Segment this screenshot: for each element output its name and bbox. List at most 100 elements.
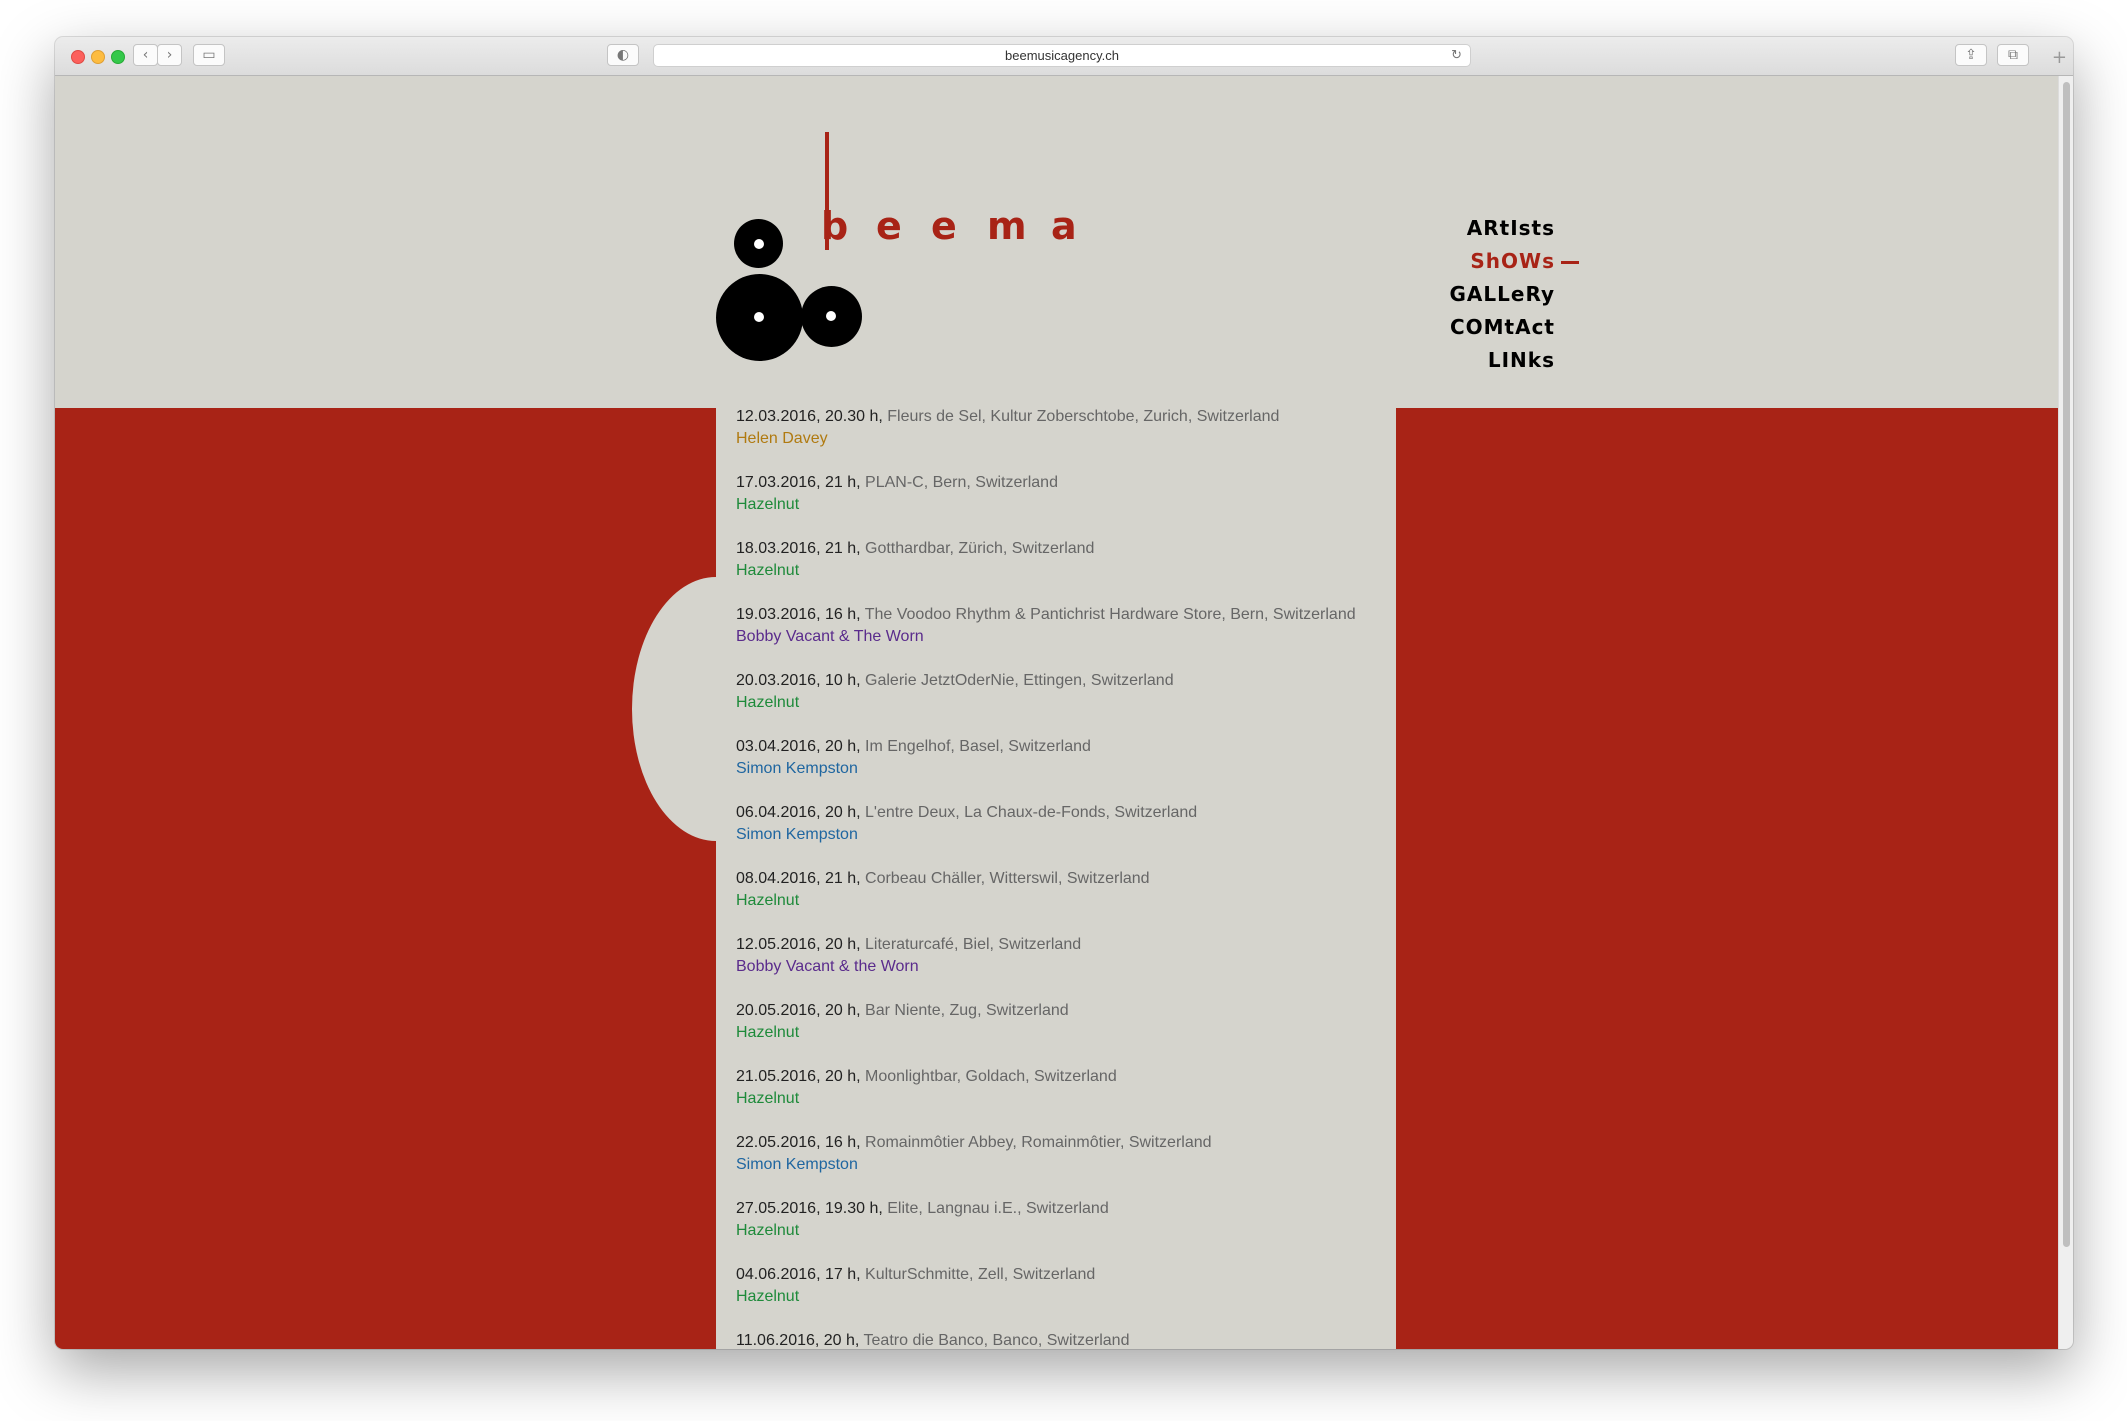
show-date: 08.04.2016, 21 h, — [736, 870, 861, 887]
show-details: 04.06.2016, 17 h, KulturSchmitte, Zell, … — [736, 1264, 1396, 1286]
show-date: 20.05.2016, 20 h, — [736, 1002, 861, 1019]
nav-artists[interactable]: ARtIsts — [1467, 216, 1555, 240]
reload-icon[interactable]: ↻ — [1451, 45, 1462, 66]
show-artist-link[interactable]: Bobby Vacant & The Worn — [736, 626, 1396, 648]
show-item: 06.04.2016, 20 h, L'entre Deux, La Chaux… — [736, 802, 1396, 868]
show-date: 21.05.2016, 20 h, — [736, 1068, 861, 1085]
show-artist-link[interactable]: Helen Davey — [736, 428, 1396, 450]
show-item: 21.05.2016, 20 h, Moonlightbar, Goldach,… — [736, 1066, 1396, 1132]
nav-gallery[interactable]: GALLeRy — [1450, 282, 1556, 306]
logo-letter-e2: e — [931, 204, 957, 248]
browser-window: ‹ › ▭ ◐ beemusicagency.ch ↻ ⇪ ⧉ + b e e … — [55, 37, 2073, 1349]
show-venue: Teatro die Banco, Banco, Switzerland — [863, 1332, 1130, 1349]
show-date: 12.03.2016, 20.30 h, — [736, 408, 883, 425]
logo-letter-a: a — [1051, 204, 1077, 248]
show-artist-link[interactable]: Hazelnut — [736, 1088, 1396, 1110]
show-details: 06.04.2016, 20 h, L'entre Deux, La Chaux… — [736, 802, 1396, 824]
show-venue: Gotthardbar, Zürich, Switzerland — [865, 540, 1095, 557]
show-artist-link[interactable]: Hazelnut — [736, 494, 1396, 516]
share-icon[interactable]: ⇪ — [1955, 44, 1987, 66]
show-item: 27.05.2016, 19.30 h, Elite, Langnau i.E.… — [736, 1198, 1396, 1264]
show-venue: L'entre Deux, La Chaux-de-Fonds, Switzer… — [865, 804, 1198, 821]
show-venue: KulturSchmitte, Zell, Switzerland — [865, 1266, 1096, 1283]
show-item: 17.03.2016, 21 h, PLAN-C, Bern, Switzerl… — [736, 472, 1396, 538]
logo-letter-e1: e — [876, 204, 902, 248]
nav-contact[interactable]: COMtAct — [1450, 315, 1555, 339]
show-details: 03.04.2016, 20 h, Im Engelhof, Basel, Sw… — [736, 736, 1396, 758]
logo-dot-large — [716, 274, 803, 361]
show-artist-link[interactable]: Hazelnut — [736, 1286, 1396, 1308]
sidebar-toggle-icon[interactable]: ▭ — [193, 44, 225, 66]
show-item: 18.03.2016, 21 h, Gotthardbar, Zürich, S… — [736, 538, 1396, 604]
nav-shows[interactable]: ShOWs — [1470, 249, 1579, 273]
show-artist-link[interactable]: Hazelnut — [736, 560, 1396, 582]
show-venue: PLAN-C, Bern, Switzerland — [865, 474, 1058, 491]
show-venue: Bar Niente, Zug, Switzerland — [865, 1002, 1069, 1019]
show-venue: Fleurs de Sel, Kultur Zoberschtobe, Zuri… — [887, 408, 1280, 425]
show-item: 12.05.2016, 20 h, Literaturcafé, Biel, S… — [736, 934, 1396, 1000]
show-item: 04.06.2016, 17 h, KulturSchmitte, Zell, … — [736, 1264, 1396, 1330]
show-details: 19.03.2016, 16 h, The Voodoo Rhythm & Pa… — [736, 604, 1396, 626]
nav-shows-label: ShOWs — [1470, 249, 1555, 273]
show-artist-link[interactable]: Simon Kempston — [736, 824, 1396, 846]
show-date: 18.03.2016, 21 h, — [736, 540, 861, 557]
address-bar[interactable]: beemusicagency.ch ↻ — [653, 44, 1471, 67]
show-details: 20.05.2016, 20 h, Bar Niente, Zug, Switz… — [736, 1000, 1396, 1022]
show-item: 12.03.2016, 20.30 h, Fleurs de Sel, Kult… — [736, 406, 1396, 472]
show-details: 17.03.2016, 21 h, PLAN-C, Bern, Switzerl… — [736, 472, 1396, 494]
new-tab-icon[interactable]: + — [2052, 47, 2067, 68]
show-details: 22.05.2016, 16 h, Romainmôtier Abbey, Ro… — [736, 1132, 1396, 1154]
show-artist-link[interactable]: Simon Kempston — [736, 758, 1396, 780]
web-page: b e e m a ARtIsts ShOWs GALLeRy COMtAct … — [55, 76, 2059, 1349]
show-venue: Corbeau Chäller, Witterswil, Switzerland — [865, 870, 1150, 887]
show-date: 11.06.2016, 20 h, — [736, 1332, 860, 1349]
show-venue: Literaturcafé, Biel, Switzerland — [865, 936, 1082, 953]
show-date: 12.05.2016, 20 h, — [736, 936, 861, 953]
zoom-window-button[interactable] — [111, 50, 125, 64]
show-details: 11.06.2016, 20 h, Teatro die Banco, Banc… — [736, 1330, 1396, 1349]
show-details: 20.03.2016, 10 h, Galerie JetztOderNie, … — [736, 670, 1396, 692]
show-date: 04.06.2016, 17 h, — [736, 1266, 861, 1283]
show-date: 27.05.2016, 19.30 h, — [736, 1200, 883, 1217]
tabs-overview-icon[interactable]: ⧉ — [1997, 44, 2029, 66]
show-artist-link[interactable]: Simon Kempston — [736, 1154, 1396, 1176]
show-date: 06.04.2016, 20 h, — [736, 804, 861, 821]
show-details: 08.04.2016, 21 h, Corbeau Chäller, Witte… — [736, 868, 1396, 890]
page-scrollbar[interactable] — [2058, 76, 2073, 1349]
forward-icon[interactable]: › — [157, 44, 182, 66]
show-venue: Im Engelhof, Basel, Switzerland — [865, 738, 1091, 755]
show-venue: Galerie JetztOderNie, Ettingen, Switzerl… — [865, 672, 1174, 689]
address-url: beemusicagency.ch — [1005, 48, 1119, 63]
show-item: 03.04.2016, 20 h, Im Engelhof, Basel, Sw… — [736, 736, 1396, 802]
close-window-button[interactable] — [71, 50, 85, 64]
show-item: 20.05.2016, 20 h, Bar Niente, Zug, Switz… — [736, 1000, 1396, 1066]
minimize-window-button[interactable] — [91, 50, 105, 64]
show-details: 27.05.2016, 19.30 h, Elite, Langnau i.E.… — [736, 1198, 1396, 1220]
show-artist-link[interactable]: Bobby Vacant & the Worn — [736, 956, 1396, 978]
logo-letter-m: m — [987, 204, 1027, 248]
back-icon[interactable]: ‹ — [133, 44, 158, 66]
shows-list: 12.03.2016, 20.30 h, Fleurs de Sel, Kult… — [736, 406, 1396, 1349]
show-venue: Romainmôtier Abbey, Romainmôtier, Switze… — [865, 1134, 1212, 1151]
show-details: 12.05.2016, 20 h, Literaturcafé, Biel, S… — [736, 934, 1396, 956]
show-artist-link[interactable]: Hazelnut — [736, 692, 1396, 714]
show-item: 22.05.2016, 16 h, Romainmôtier Abbey, Ro… — [736, 1132, 1396, 1198]
scrollbar-thumb[interactable] — [2063, 82, 2070, 1247]
browser-toolbar: ‹ › ▭ ◐ beemusicagency.ch ↻ ⇪ ⧉ + — [55, 37, 2073, 76]
show-date: 19.03.2016, 16 h, — [736, 606, 861, 623]
show-artist-link[interactable]: Hazelnut — [736, 1220, 1396, 1242]
show-venue: The Voodoo Rhythm & Pantichrist Hardware… — [864, 606, 1356, 623]
show-details: 12.03.2016, 20.30 h, Fleurs de Sel, Kult… — [736, 406, 1396, 428]
logo-dot-small — [734, 219, 783, 268]
show-artist-link[interactable]: Hazelnut — [736, 1022, 1396, 1044]
privacy-shield-icon[interactable]: ◐ — [607, 44, 639, 66]
show-venue: Moonlightbar, Goldach, Switzerland — [865, 1068, 1117, 1085]
show-item: 20.03.2016, 10 h, Galerie JetztOderNie, … — [736, 670, 1396, 736]
show-item: 11.06.2016, 20 h, Teatro die Banco, Banc… — [736, 1330, 1396, 1349]
show-date: 22.05.2016, 16 h, — [736, 1134, 861, 1151]
active-indicator — [1561, 261, 1579, 264]
show-artist-link[interactable]: Hazelnut — [736, 890, 1396, 912]
show-date: 20.03.2016, 10 h, — [736, 672, 861, 689]
logo-dot-medium — [801, 286, 862, 347]
nav-links[interactable]: LINks — [1488, 348, 1555, 372]
